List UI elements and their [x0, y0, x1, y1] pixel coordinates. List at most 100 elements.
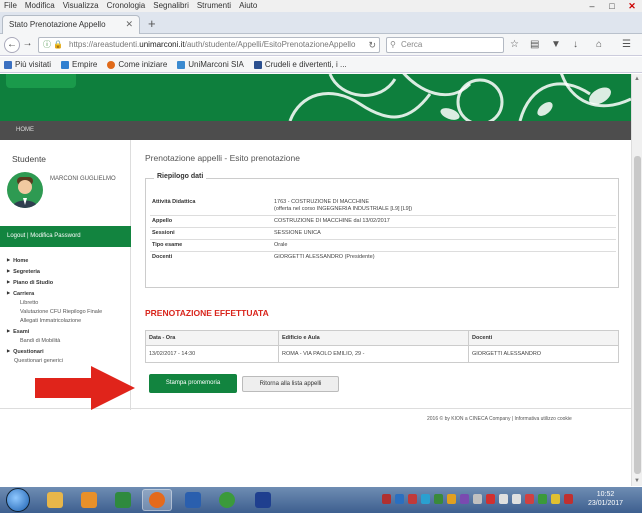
- logout-link[interactable]: Logout: [7, 233, 25, 239]
- back-arrow-icon[interactable]: ←: [4, 37, 20, 53]
- bookmark-star-icon[interactable]: ☆: [510, 39, 519, 50]
- summary-row: Attività Didattica 1763 - COSTRUZIONE DI…: [150, 197, 616, 216]
- menu-visualizza[interactable]: Visualizza: [63, 0, 99, 12]
- menu-cronologia[interactable]: Cronologia: [107, 0, 146, 12]
- scrollbar-thumb[interactable]: [634, 156, 641, 474]
- taskbar-word[interactable]: [178, 489, 208, 511]
- excel-icon: [115, 492, 131, 508]
- taskbar-firefox[interactable]: [142, 489, 172, 511]
- reading-list-icon[interactable]: ▤: [530, 39, 539, 50]
- menu-segnalibri[interactable]: Segnalibri: [153, 0, 189, 12]
- maximize-icon[interactable]: □: [602, 0, 622, 12]
- sidebar-item-questionari-generici[interactable]: Questionari generici: [7, 357, 131, 366]
- tray-icon[interactable]: [486, 494, 495, 504]
- search-placeholder: Cerca: [401, 40, 423, 49]
- sidebar-item-allegati[interactable]: Allegati Immatricolazione: [7, 317, 131, 326]
- scroll-up-icon[interactable]: ▲: [634, 76, 640, 82]
- tray-icon[interactable]: [421, 494, 430, 504]
- back-to-list-button[interactable]: Ritorna alla lista appelli: [242, 376, 339, 392]
- bookmark-getting-started[interactable]: Come iniziare: [107, 60, 167, 69]
- tray-icon[interactable]: [538, 494, 547, 504]
- scroll-down-icon[interactable]: ▼: [634, 478, 640, 484]
- summary-value: GIORGETTI ALESSANDRO (Presidente): [274, 254, 375, 260]
- tray-icon[interactable]: [382, 494, 391, 504]
- forward-arrow-icon[interactable]: →: [21, 37, 34, 53]
- taskbar-chrome[interactable]: [212, 489, 242, 511]
- bookmark-label: Come iniziare: [118, 60, 168, 69]
- vertical-scrollbar[interactable]: ▲ ▼: [631, 74, 642, 486]
- sidebar-item-libretto[interactable]: Libretto: [7, 299, 131, 308]
- summary-value: SESSIONE UNICA: [274, 230, 321, 236]
- site-banner: [0, 74, 631, 121]
- tab-active[interactable]: Stato Prenotazione Appello ✕: [2, 15, 140, 34]
- download-icon[interactable]: ↓: [573, 39, 578, 50]
- tray-icon[interactable]: [564, 494, 573, 504]
- tray-icon[interactable]: [551, 494, 560, 504]
- outlook-icon: [81, 492, 97, 508]
- change-password-link[interactable]: Modifica Password: [30, 233, 80, 239]
- navigation-bar: ← → ⓘ 🔒 https://areastudenti.unimarconi.…: [0, 34, 642, 56]
- new-tab-icon[interactable]: +: [148, 16, 156, 31]
- menu-modifica[interactable]: Modifica: [25, 0, 55, 12]
- page-title: Prenotazione appelli - Esito prenotazion…: [145, 153, 300, 163]
- url-path: /auth/studente/Appelli/EsitoPrenotazione…: [184, 40, 356, 49]
- tray-icon[interactable]: [395, 494, 404, 504]
- search-input[interactable]: ⚲ Cerca: [386, 37, 504, 53]
- taskbar-explorer[interactable]: [40, 489, 70, 511]
- lock-icon: ⓘ 🔒: [43, 40, 64, 49]
- menu-file[interactable]: File: [4, 0, 17, 12]
- reload-icon[interactable]: ↻: [368, 38, 376, 52]
- close-tab-icon[interactable]: ✕: [125, 19, 133, 30]
- firefox-icon: [107, 60, 116, 69]
- tray-icon[interactable]: [408, 494, 417, 504]
- url-prefix: https://areastudenti.: [69, 40, 140, 49]
- volume-icon[interactable]: [512, 494, 521, 504]
- tray-icon[interactable]: [434, 494, 443, 504]
- taskbar-unimarconi[interactable]: [248, 489, 278, 511]
- sidebar-item-carriera[interactable]: Carriera: [7, 288, 131, 299]
- menu-strumenti[interactable]: Strumenti: [197, 0, 231, 12]
- bookmark-crudeli[interactable]: Crudeli e divertenti, i ...: [253, 60, 347, 69]
- home-link[interactable]: HOME: [16, 127, 34, 133]
- taskbar-excel[interactable]: [108, 489, 138, 511]
- bookmark-most-visited[interactable]: Più visitati: [4, 60, 51, 69]
- tray-icon[interactable]: [447, 494, 456, 504]
- pocket-icon[interactable]: ▼: [551, 39, 561, 50]
- summary-row: Sessioni SESSIONE UNICA: [150, 228, 616, 240]
- system-tray: [382, 494, 577, 504]
- sidebar-item-valutazione-cfu[interactable]: Valutazione CFU Riepilogo Finale: [7, 308, 131, 317]
- sidebar-item-piano-di-studio[interactable]: Piano di Studio: [7, 277, 131, 288]
- url-domain: unimarconi.it: [139, 40, 185, 49]
- sidebar-item-home[interactable]: Home: [7, 255, 131, 266]
- print-reminder-button[interactable]: Stampa promemoria: [149, 374, 237, 393]
- sidebar-item-esami[interactable]: Esami: [7, 326, 131, 337]
- footer-text: 2016 © by KION a CINECA Company | Inform…: [427, 416, 572, 422]
- bookmark-empire[interactable]: Empire: [61, 60, 97, 69]
- tray-icon[interactable]: [473, 494, 482, 504]
- clock[interactable]: 10:52 23/01/2017: [588, 490, 623, 508]
- summary-fieldset: Riepilogo dati Attività Didattica 1763 -…: [145, 173, 619, 288]
- confirmation-heading: PRENOTAZIONE EFFETTUATA: [145, 308, 269, 318]
- sidebar-item-questionari[interactable]: Questionari: [7, 346, 131, 357]
- sidebar-item-segreteria[interactable]: Segreteria: [7, 266, 131, 277]
- url-bar[interactable]: ⓘ 🔒 https://areastudenti.unimarconi.it/a…: [38, 37, 380, 53]
- red-arrow-icon: [35, 366, 135, 410]
- summary-value: COSTRUZIONE DI MACCHINE dal 13/02/2017: [274, 218, 390, 224]
- minimize-icon[interactable]: –: [582, 0, 602, 12]
- banner-decoration: [288, 74, 631, 121]
- tray-icon[interactable]: [460, 494, 469, 504]
- start-button[interactable]: [6, 488, 30, 512]
- close-window-icon[interactable]: ✕: [622, 0, 642, 12]
- tray-icon[interactable]: [525, 494, 534, 504]
- page-viewport: HOME Studente MARCONI GUGLIELMO Logout |…: [0, 74, 631, 486]
- network-icon[interactable]: [499, 494, 508, 504]
- hamburger-menu-icon[interactable]: ☰: [622, 39, 631, 50]
- tab-strip: Stato Prenotazione Appello ✕ +: [0, 12, 642, 34]
- bookmark-unimarconi-sia[interactable]: UniMarconi SIA: [177, 60, 244, 69]
- sidebar-item-bandi-mobilita[interactable]: Bandi di Mobilità: [7, 337, 131, 346]
- taskbar-outlook[interactable]: [74, 489, 104, 511]
- menu-aiuto[interactable]: Aiuto: [239, 0, 257, 12]
- main-content: Prenotazione appelli - Esito prenotazion…: [132, 140, 631, 480]
- user-avatar-icon: [12, 177, 38, 208]
- home-icon[interactable]: ⌂: [596, 39, 602, 50]
